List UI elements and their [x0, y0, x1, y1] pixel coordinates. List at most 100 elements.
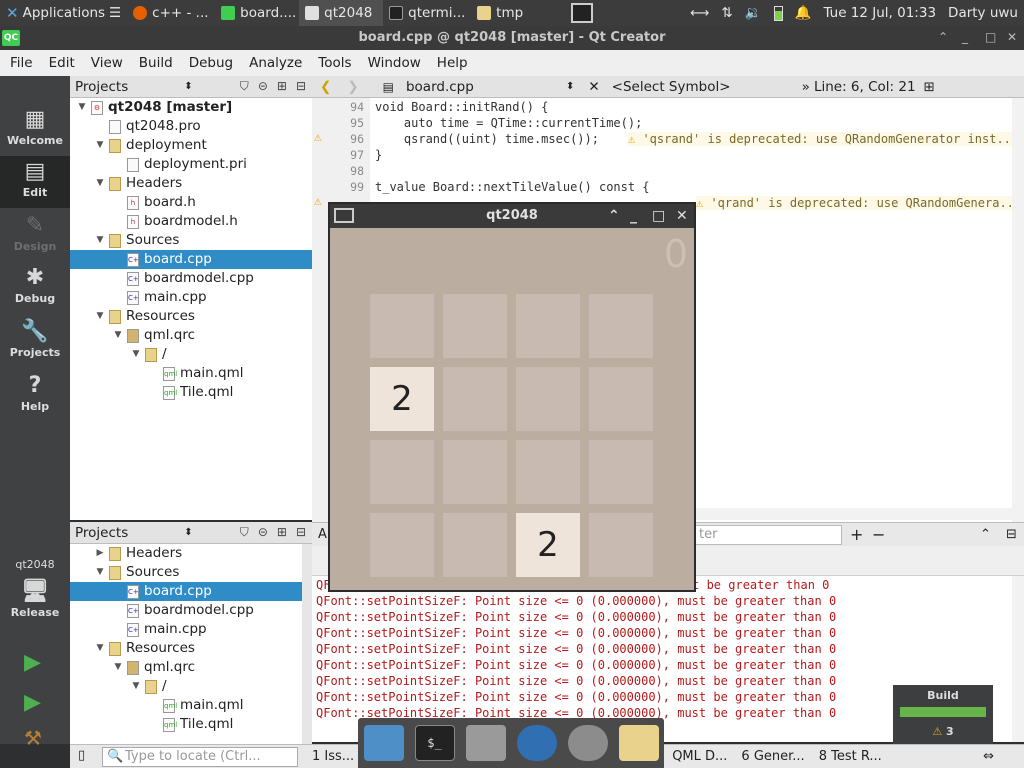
split-icon[interactable]: ⊞	[277, 79, 287, 94]
mode-welcome[interactable]: ▦ Welcome	[0, 104, 70, 156]
tree-item[interactable]: h board.h	[70, 193, 312, 212]
expand-down-icon[interactable]: ▼	[94, 639, 106, 658]
split-editor-icon[interactable]: ⊞	[924, 79, 935, 95]
tree-item[interactable]: ▼ deployment	[70, 136, 312, 155]
issues-tab[interactable]: 1 Iss...	[312, 749, 354, 764]
tree-item[interactable]: ▼ Sources	[70, 563, 302, 582]
locator-input[interactable]: 🔍 Type to locate (Ctrl...	[102, 746, 298, 767]
test-results-tab[interactable]: 8 Test R...	[819, 749, 882, 764]
search-icon[interactable]	[567, 725, 608, 761]
editor-vertical-scrollbar[interactable]	[1012, 98, 1024, 522]
tree-item[interactable]: ▼ /	[70, 345, 312, 364]
menu-tools[interactable]: Tools	[308, 55, 357, 71]
back-arrow-icon[interactable]: ❮	[312, 79, 339, 95]
game-board[interactable]: 22	[370, 294, 656, 580]
filter-icon[interactable]: ⛉	[240, 79, 249, 94]
general-messages-tab[interactable]: 6 Gener...	[741, 749, 804, 764]
tree-item[interactable]: ▼ Resources	[70, 639, 302, 658]
expand-down-icon[interactable]: ▼	[112, 326, 124, 345]
desktop-icon[interactable]	[363, 725, 404, 761]
dropdown-arrow-icon[interactable]: ⬍	[184, 527, 192, 538]
shade-icon[interactable]: ⌃	[608, 204, 620, 228]
menu-build[interactable]: Build	[129, 55, 179, 71]
tree-item[interactable]: C+ board.cpp	[70, 582, 302, 601]
expand-down-icon[interactable]: ▼	[94, 231, 106, 250]
expand-down-icon[interactable]: ▼	[112, 658, 124, 677]
expand-down-icon[interactable]: ▼	[130, 677, 142, 696]
filter-icon[interactable]: ⛉	[240, 525, 249, 540]
applications-menu[interactable]: ✕ Applications ☰	[0, 0, 127, 26]
close-pane-icon[interactable]: ⊟	[1006, 527, 1017, 542]
home-folder-icon[interactable]	[465, 725, 506, 761]
close-pane-icon[interactable]: ⊟	[296, 79, 306, 94]
close-document-icon[interactable]: ✕	[588, 79, 599, 95]
mode-design[interactable]: ✎ Design	[0, 210, 70, 262]
volume-icon[interactable]: 🔉	[745, 5, 762, 21]
open-file-selector[interactable]: board.cpp	[406, 79, 566, 95]
toggle-sidebar-icon[interactable]: ▯	[78, 748, 85, 763]
tree-item[interactable]: h boardmodel.h	[70, 212, 312, 231]
link-icon[interactable]: ⊝	[258, 525, 268, 540]
tree-item[interactable]: C+ main.cpp	[70, 620, 302, 639]
forward-arrow-icon[interactable]: ❯	[339, 79, 366, 95]
target-selector[interactable]: 🖥 Release	[0, 576, 70, 628]
taskbar-button-firefox[interactable]: c++ - ...	[127, 0, 215, 26]
run-icon[interactable]: ▶	[24, 650, 41, 675]
menu-analyze[interactable]: Analyze	[239, 55, 308, 71]
tree-item[interactable]: deployment.pri	[70, 155, 312, 174]
tree-item[interactable]: ▼ Sources	[70, 231, 312, 250]
output-scrollbar[interactable]	[1012, 576, 1024, 742]
collapsed-arrow-icon[interactable]: ▶	[94, 544, 106, 563]
dropdown-arrow-icon[interactable]: ⬍	[184, 81, 192, 92]
tree-item[interactable]: ▼ /	[70, 677, 302, 696]
hammer-build-icon[interactable]: ⚒	[24, 726, 42, 750]
transfer-icon[interactable]: ⇅	[722, 5, 733, 21]
menu-file[interactable]: File	[0, 55, 39, 71]
tree-item[interactable]: C+ board.cpp	[70, 250, 312, 269]
tree-item[interactable]: ▼ qml.qrc	[70, 658, 302, 677]
tree-item[interactable]: qml main.qml	[70, 696, 302, 715]
link-icon[interactable]: ⊝	[258, 79, 268, 94]
zoom-in-icon[interactable]: +	[850, 525, 863, 544]
tree-item[interactable]: qml Tile.qml	[70, 383, 312, 402]
mode-help[interactable]: ? Help	[0, 370, 70, 422]
zoom-out-icon[interactable]: −	[872, 525, 885, 544]
network-icon[interactable]: ⟷	[690, 5, 709, 21]
split-icon[interactable]: ⊞	[277, 525, 287, 540]
mode-projects[interactable]: 🔧 Projects	[0, 316, 70, 368]
clock[interactable]: Tue 12 Jul, 01:33	[823, 5, 936, 21]
minimize-icon[interactable]: _	[630, 204, 637, 228]
maximize-icon[interactable]: □	[652, 204, 665, 228]
expand-down-icon[interactable]: ▼	[94, 136, 106, 155]
expand-down-icon[interactable]: ▼	[94, 563, 106, 582]
tree-item[interactable]: qt2048.pro	[70, 117, 312, 136]
taskbar-button-qt2048[interactable]: qt2048	[299, 0, 384, 26]
terminal-icon[interactable]: $_	[414, 725, 455, 761]
restore-icon[interactable]: □	[985, 30, 996, 44]
tree-item[interactable]: qml Tile.qml	[70, 715, 302, 734]
menu-debug[interactable]: Debug	[179, 55, 239, 71]
maximize-pane-icon[interactable]: ⌃	[980, 527, 991, 542]
folder-icon[interactable]	[618, 725, 659, 761]
expand-down-icon[interactable]: ▼	[94, 174, 106, 193]
menu-help[interactable]: Help	[427, 55, 474, 71]
tree-item[interactable]: C+ boardmodel.cpp	[70, 269, 312, 288]
build-progress[interactable]: Build ⚠ 3	[893, 685, 993, 744]
more-icon[interactable]: »	[802, 79, 810, 95]
warning-marker-icon[interactable]: ⚠	[314, 194, 322, 209]
warning-marker-icon[interactable]: ⚠	[314, 130, 322, 145]
menu-view[interactable]: View	[81, 55, 129, 71]
close-window-icon[interactable]: ✕	[1007, 30, 1017, 44]
maximize-up-icon[interactable]: ⌃	[938, 30, 948, 44]
mode-edit[interactable]: ▤ Edit	[0, 156, 70, 208]
battery-icon[interactable]	[773, 5, 783, 21]
tree-item[interactable]: ▶ Headers	[70, 544, 302, 563]
close-pane-icon[interactable]: ⊟	[296, 525, 306, 540]
window-menu-icon[interactable]	[334, 208, 354, 223]
menu-edit[interactable]: Edit	[39, 55, 81, 71]
browser-icon[interactable]	[516, 725, 557, 761]
taskbar-button-tmp[interactable]: tmp	[471, 0, 559, 26]
symbol-selector[interactable]: <Select Symbol>	[612, 79, 802, 95]
minimize-icon[interactable]: _	[962, 30, 968, 44]
tree-scrollbar[interactable]	[302, 544, 312, 744]
